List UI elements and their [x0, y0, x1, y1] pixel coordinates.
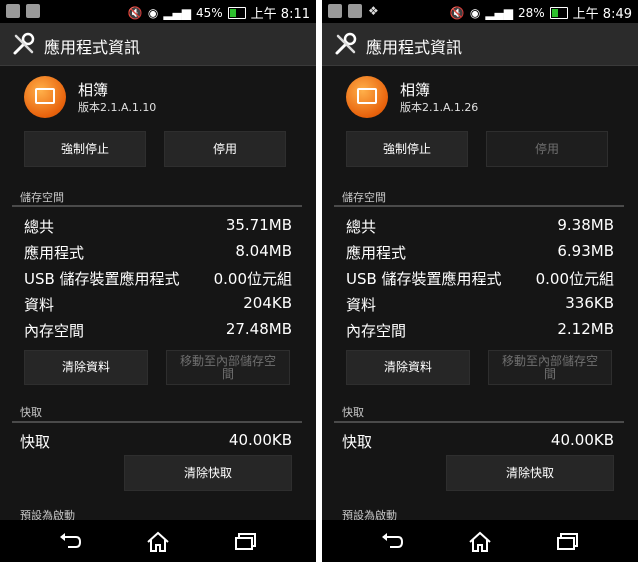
storage-value: 2.12MB [557, 320, 614, 338]
navigation-bar [0, 520, 316, 562]
battery-percent: 28% [518, 5, 545, 20]
storage-label: USB 儲存裝置應用程式 [346, 270, 502, 288]
clear-data-button[interactable]: 清除資料 [346, 350, 470, 385]
wifi-icon: ◉ [469, 5, 481, 20]
settings-wrench-icon[interactable] [12, 32, 36, 56]
storage-value: 35.71MB [225, 216, 292, 234]
action-bar: 應用程式資訊 [322, 23, 638, 66]
force-stop-button[interactable]: 強制停止 [346, 131, 468, 167]
clear-data-button[interactable]: 清除資料 [24, 350, 148, 385]
storage-row: 內存空間 2.12MB [346, 320, 614, 344]
storage-section-header: 儲存空間 [20, 191, 64, 204]
storage-value: 9.38MB [557, 216, 614, 234]
storage-label: 應用程式 [346, 244, 407, 262]
clock: 上午 8:11 [250, 7, 310, 22]
storage-label: 內存空間 [24, 322, 85, 340]
disable-button: 停用 [486, 131, 608, 167]
storage-value: 204KB [243, 294, 292, 312]
storage-row: 應用程式 6.93MB [346, 242, 614, 266]
cache-value: 40.00KB [550, 431, 614, 449]
storage-label: 內存空間 [346, 322, 407, 340]
wifi-icon: ◉ [147, 5, 159, 20]
storage-row: 內存空間 27.48MB [24, 320, 292, 344]
notification-icon [328, 4, 342, 18]
storage-label: 總共 [346, 218, 377, 236]
notification-icon [6, 4, 20, 18]
home-icon[interactable] [146, 531, 170, 553]
album-app-icon [24, 76, 66, 118]
status-bar: 🔇 ◉ ▂▄▆ 45% 上午 8:11 [0, 0, 316, 23]
storage-row: USB 儲存裝置應用程式 0.00位元組 [346, 268, 614, 292]
section-divider [334, 421, 624, 423]
cache-label: 快取 [342, 433, 373, 451]
home-icon[interactable] [468, 531, 492, 553]
storage-label: 總共 [24, 218, 55, 236]
storage-row: 總共 9.38MB [346, 216, 614, 240]
cache-label: 快取 [20, 433, 51, 451]
storage-row: 總共 35.71MB [24, 216, 292, 240]
album-app-icon [346, 76, 388, 118]
move-to-internal-button: 移動至內部儲存空間 [488, 350, 612, 385]
clock: 上午 8:49 [572, 7, 632, 22]
battery-icon [227, 6, 246, 19]
battery-percent: 45% [196, 5, 223, 20]
battery-icon [549, 6, 568, 19]
storage-label: 資料 [24, 296, 55, 314]
app-info-screen-1: 🔇 ◉ ▂▄▆ 45% 上午 8:11 應用程式資訊 相簿 版本2.1.A.1.… [0, 0, 316, 562]
cache-value: 40.00KB [228, 431, 292, 449]
cache-row: 快取 40.00KB [20, 431, 292, 455]
clear-cache-button[interactable]: 清除快取 [124, 455, 292, 491]
storage-row: 資料 204KB [24, 294, 292, 318]
page-title: 應用程式資訊 [366, 38, 463, 57]
mute-icon: 🔇 [449, 5, 465, 20]
navigation-bar [322, 520, 638, 562]
storage-value: 27.48MB [225, 320, 292, 338]
storage-value: 8.04MB [235, 242, 292, 260]
back-icon[interactable] [58, 531, 82, 551]
mute-icon: 🔇 [127, 5, 143, 20]
storage-label: USB 儲存裝置應用程式 [24, 270, 180, 288]
clear-cache-button[interactable]: 清除快取 [446, 455, 614, 491]
recent-apps-icon[interactable] [556, 531, 580, 551]
move-to-internal-button: 移動至內部儲存空間 [166, 350, 290, 385]
storage-row: USB 儲存裝置應用程式 0.00位元組 [24, 268, 292, 292]
storage-row: 應用程式 8.04MB [24, 242, 292, 266]
storage-value: 0.00位元組 [213, 270, 292, 288]
storage-value: 6.93MB [557, 242, 614, 260]
app-version: 版本2.1.A.1.10 [78, 101, 157, 114]
app-version: 版本2.1.A.1.26 [400, 101, 479, 114]
storage-value: 0.00位元組 [535, 270, 614, 288]
signal-icon: ▂▄▆ [485, 5, 513, 20]
disable-button[interactable]: 停用 [164, 131, 286, 167]
storage-row: 資料 336KB [346, 294, 614, 318]
storage-label: 資料 [346, 296, 377, 314]
signal-icon: ▂▄▆ [163, 5, 191, 20]
cache-section-header: 快取 [342, 406, 364, 419]
cache-row: 快取 40.00KB [342, 431, 614, 455]
action-bar: 應用程式資訊 [0, 23, 316, 66]
section-divider [12, 421, 302, 423]
section-divider [12, 205, 302, 207]
cache-section-header: 快取 [20, 406, 42, 419]
storage-section-header: 儲存空間 [342, 191, 386, 204]
gallery-notification-icon [26, 4, 40, 18]
app-name: 相簿 [78, 81, 109, 99]
force-stop-button[interactable]: 強制停止 [24, 131, 146, 167]
app-name: 相簿 [400, 81, 431, 99]
gallery-notification-icon [348, 4, 362, 18]
page-title: 應用程式資訊 [44, 38, 141, 57]
storage-label: 應用程式 [24, 244, 85, 262]
storage-value: 336KB [565, 294, 614, 312]
status-bar: ❖ 🔇 ◉ ▂▄▆ 28% 上午 8:49 [322, 0, 638, 23]
settings-wrench-icon[interactable] [334, 32, 358, 56]
app-info-screen-2: ❖ 🔇 ◉ ▂▄▆ 28% 上午 8:49 應用程式資訊 相簿 版本2.1.A.… [322, 0, 638, 562]
dropbox-icon: ❖ [368, 4, 379, 18]
back-icon[interactable] [380, 531, 404, 551]
recent-apps-icon[interactable] [234, 531, 258, 551]
section-divider [334, 205, 624, 207]
